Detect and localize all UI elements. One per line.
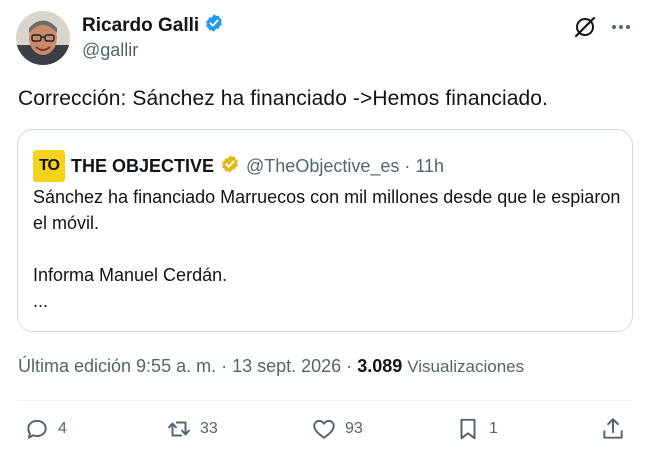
verified-badge-icon [204,13,224,38]
grok-icon [574,16,596,38]
reply-count: 4 [58,420,67,437]
quoted-avatar-logo: TO [33,150,65,182]
quoted-tweet-body: Sánchez ha financiado Marruecos con mil … [33,184,623,314]
repost-count: 33 [200,420,218,437]
author-name-row: Ricardo Galli [82,13,224,38]
heart-icon [313,419,335,439]
divider [17,400,633,401]
author-name[interactable]: Ricardo Galli [82,15,199,37]
quoted-handle-time: @TheObjective_es · 11h [246,155,445,176]
views-count: 3.089 [357,356,403,376]
author-handle[interactable]: @gallir [82,40,138,61]
more-button[interactable] [608,14,634,40]
bookmark-button[interactable]: 1 [455,416,498,442]
reply-icon [27,419,47,439]
retweet-icon [168,421,190,437]
bookmark-count: 1 [489,420,498,437]
reply-button[interactable]: 4 [24,416,67,442]
more-icon [612,25,630,29]
quoted-author-name: THE OBJECTIVE [71,155,215,176]
views-label: Visualizaciones [407,357,525,376]
quoted-tweet-header: TO THE OBJECTIVE @TheObjective_es · 11h [33,150,444,182]
verified-badge-icon [220,154,240,179]
repost-button[interactable]: 33 [166,416,218,442]
share-button[interactable] [600,416,626,442]
edited-timestamp[interactable]: Última edición 9:55 a. m. · 13 sept. 202… [18,356,352,376]
like-button[interactable]: 93 [311,416,363,442]
grok-button[interactable] [572,14,598,40]
tweet-text: Corrección: Sánchez ha financiado ->Hemo… [18,87,549,110]
tweet-meta: Última edición 9:55 a. m. · 13 sept. 202… [18,356,524,377]
quoted-text-line: ... [33,291,49,311]
quoted-text-line: Sánchez ha financiado Marruecos con mil … [33,187,621,233]
action-bar: 4 33 93 1 [0,416,651,450]
avatar[interactable] [16,11,70,65]
quoted-tweet[interactable]: TO THE OBJECTIVE @TheObjective_es · 11h … [17,129,633,332]
bookmark-icon [460,418,476,440]
like-count: 93 [345,420,363,437]
quoted-text-line: Informa Manuel Cerdán. [33,265,228,285]
tweet: Ricardo Galli @gallir Corrección: Sánche… [0,0,651,459]
share-icon [603,418,623,439]
